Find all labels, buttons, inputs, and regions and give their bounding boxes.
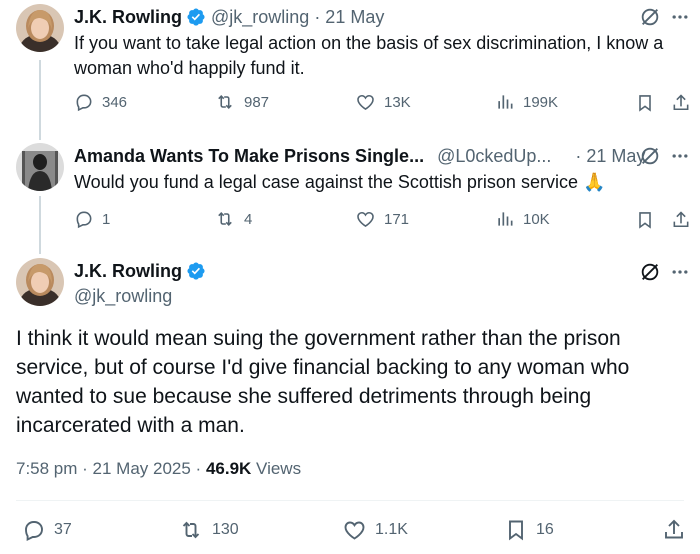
share-button[interactable]: [660, 516, 688, 544]
thread-connector: [39, 60, 41, 140]
reply-icon: [76, 94, 92, 112]
retweet-icon: [218, 95, 232, 109]
analytics-icon: [498, 212, 513, 226]
more-options-icon[interactable]: [668, 144, 692, 168]
retweet-count: 987: [244, 93, 270, 111]
praying-hands-emoji: 🙏: [582, 172, 606, 192]
share-icon: [665, 519, 683, 539]
share-icon: [673, 94, 689, 111]
verified-badge-icon: [186, 7, 206, 27]
views-button[interactable]: 10K: [495, 209, 550, 229]
reply-button[interactable]: 1: [74, 209, 110, 229]
bookmark-button[interactable]: [634, 209, 656, 231]
retweet-icon: [182, 521, 200, 539]
tweet-text-body: Would you fund a legal case against the …: [74, 172, 578, 192]
retweet-button[interactable]: 987: [214, 92, 269, 112]
tweet-timestamp[interactable]: 7:58 pm · 21 May 2025 ·: [16, 459, 206, 478]
main-tweet-text: I think it would mean suing the governme…: [16, 327, 630, 437]
author-handle[interactable]: @L0ckedUp...: [437, 146, 551, 167]
author-name[interactable]: Amanda Wants To Make Prisons Single...: [74, 146, 424, 167]
reply-button[interactable]: 37: [22, 518, 72, 542]
reply-count: 37: [54, 521, 72, 538]
more-options-icon[interactable]: [668, 5, 692, 29]
views-label: Views: [251, 459, 302, 478]
divider: [16, 500, 684, 501]
bookmark-icon: [639, 212, 651, 229]
view-count: 10K: [523, 210, 550, 228]
retweet-count: 130: [212, 521, 239, 538]
retweet-button[interactable]: 4: [214, 209, 252, 229]
bookmark-button[interactable]: 16: [504, 518, 554, 542]
author-name[interactable]: J.K. Rowling: [74, 261, 182, 282]
author-handle[interactable]: @jk_rowling: [74, 286, 172, 307]
heart-icon: [357, 94, 374, 111]
retweet-count: 4: [244, 210, 253, 228]
bookmark-icon: [639, 95, 651, 112]
reply-icon: [76, 211, 92, 229]
bookmark-button[interactable]: [634, 92, 656, 114]
reply-count: 346: [102, 93, 128, 111]
avatar[interactable]: [16, 258, 64, 306]
author-name[interactable]: J.K. Rowling: [74, 7, 182, 28]
avatar[interactable]: [16, 143, 64, 191]
views-button[interactable]: 199K: [495, 92, 558, 112]
like-button[interactable]: 13K: [355, 92, 411, 112]
heart-icon: [357, 211, 374, 228]
share-icon: [673, 211, 689, 228]
grok-icon[interactable]: [638, 260, 662, 284]
share-button[interactable]: [670, 92, 692, 114]
view-count: 199K: [523, 93, 559, 111]
like-button[interactable]: 171: [355, 209, 409, 229]
retweet-button[interactable]: 130: [178, 518, 239, 542]
tweet-date[interactable]: · 21 May: [314, 7, 384, 28]
analytics-icon: [498, 95, 513, 109]
like-count: 1.1K: [375, 521, 408, 538]
verified-badge-icon: [186, 261, 206, 281]
thread-connector: [39, 196, 41, 254]
tweet-date[interactable]: · 21 May: [575, 146, 645, 167]
like-button[interactable]: 1.1K: [342, 518, 408, 542]
retweet-icon: [218, 212, 232, 226]
reply-button[interactable]: 346: [74, 92, 127, 112]
tweet-text: Would you fund a legal case against the …: [74, 170, 686, 195]
reply-count: 1: [102, 210, 111, 228]
tweet-metadata: 7:58 pm · 21 May 2025 · 46.9K Views: [16, 459, 301, 479]
bookmark-count: 16: [536, 521, 554, 538]
heart-icon: [344, 521, 365, 540]
like-count: 171: [384, 210, 410, 228]
author-handle[interactable]: @jk_rowling: [211, 7, 309, 28]
more-options-icon[interactable]: [668, 260, 692, 284]
reply-icon: [25, 521, 43, 542]
tweet-text: If you want to take legal action on the …: [74, 33, 664, 78]
grok-icon[interactable]: [638, 144, 662, 168]
grok-icon[interactable]: [638, 5, 662, 29]
views-total: 46.9K: [205, 459, 252, 478]
avatar[interactable]: [16, 4, 64, 52]
bookmark-icon: [509, 520, 523, 541]
share-button[interactable]: [670, 209, 692, 231]
like-count: 13K: [384, 93, 411, 111]
